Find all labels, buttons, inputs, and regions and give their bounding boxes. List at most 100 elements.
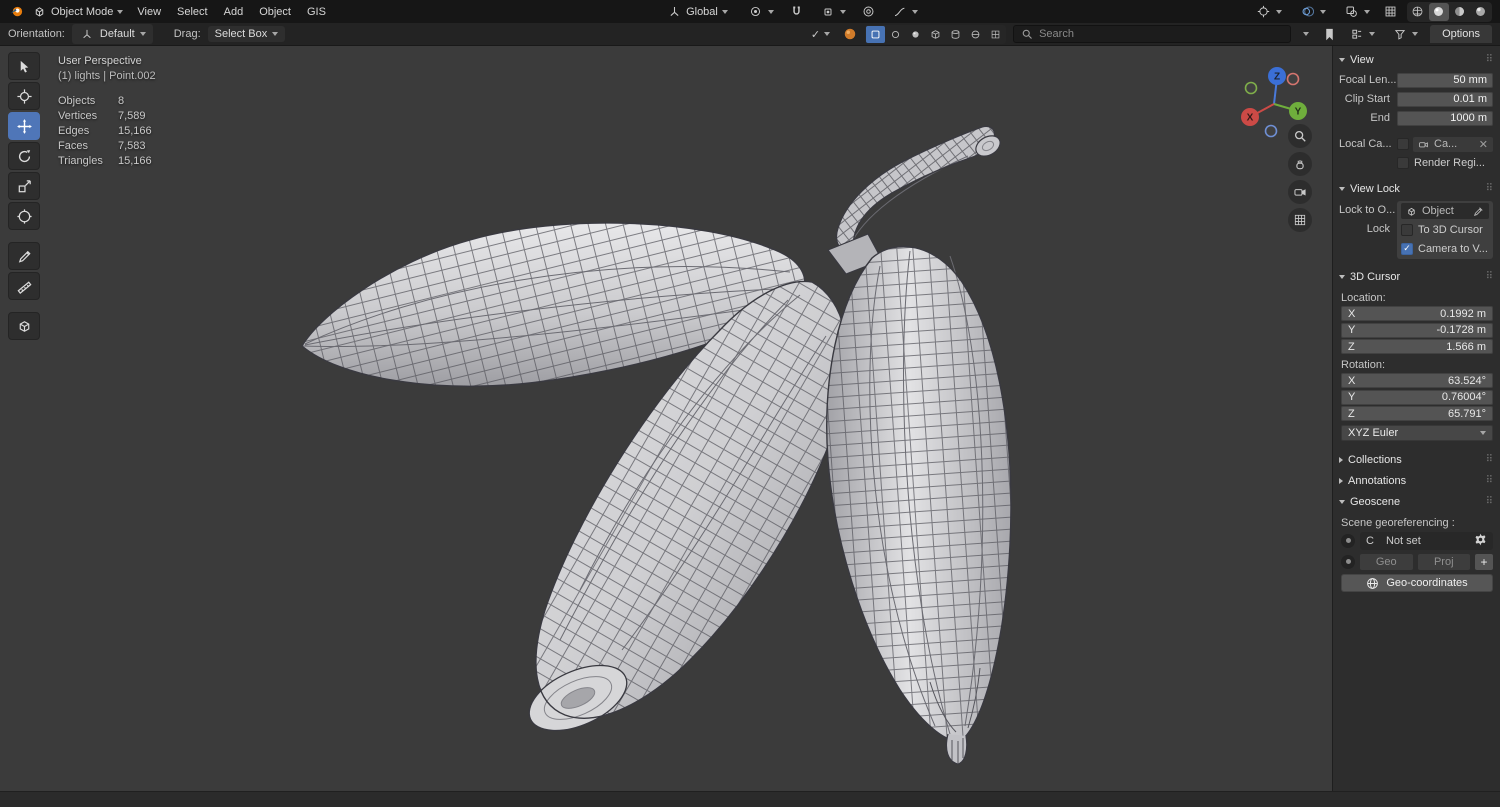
clip-start-field[interactable]: 0.01 m	[1397, 92, 1493, 107]
shading-solid-button[interactable]	[1429, 3, 1449, 21]
crs-toggle-icon[interactable]	[1341, 534, 1355, 548]
geo-toggle-icon[interactable]	[1341, 555, 1355, 569]
3d-viewport[interactable]: User Perspective (1) lights | Point.002 …	[0, 46, 1332, 791]
snap-face-button[interactable]	[926, 26, 945, 43]
add-cube-tool-button[interactable]	[8, 312, 40, 340]
snap-edge-button[interactable]	[906, 26, 925, 43]
drag-handle-icon[interactable]: ⠿	[1486, 183, 1493, 194]
focal-length-field[interactable]: 50 mm	[1397, 73, 1493, 88]
geo-button[interactable]: Geo	[1360, 554, 1413, 570]
scale-tool-button[interactable]	[8, 172, 40, 200]
select-tool-dropdown[interactable]: ✓	[806, 26, 835, 43]
drag-handle-icon[interactable]: ⠿	[1486, 271, 1493, 282]
mesh-stem[interactable]	[837, 126, 1004, 255]
cursor-rotation-x-field[interactable]: X63.524°	[1341, 373, 1493, 388]
drag-handle-icon[interactable]: ⠿	[1486, 54, 1493, 65]
mode-dropdown[interactable]: Object Mode	[26, 2, 128, 22]
snap-vertex-button[interactable]	[886, 26, 905, 43]
compositor-grid-icon[interactable]	[1383, 4, 1399, 20]
cursor-location-z-field[interactable]: Z1.566 m	[1341, 339, 1493, 354]
show-gizmos-dropdown[interactable]	[1251, 2, 1287, 22]
gizmo-axis-x[interactable]: X	[1241, 108, 1259, 126]
presets-dropdown[interactable]	[1344, 24, 1380, 44]
zoom-icon[interactable]	[1288, 124, 1312, 148]
menu-object[interactable]: Object	[252, 3, 298, 21]
options-button[interactable]: Options	[1430, 25, 1492, 43]
section-3d-cursor[interactable]: 3D Cursor ⠿	[1339, 266, 1493, 287]
transform-tool-button[interactable]	[8, 202, 40, 230]
crs-field[interactable]: C Not set	[1360, 532, 1493, 550]
gizmo-axis-y[interactable]: Y	[1289, 102, 1307, 120]
drag-handle-icon[interactable]: ⠿	[1486, 454, 1493, 465]
snap-edge-center-button[interactable]	[966, 26, 985, 43]
falloff-dropdown[interactable]	[887, 2, 923, 22]
search-input[interactable]	[1039, 28, 1283, 40]
gear-icon[interactable]	[1474, 533, 1487, 549]
snap-settings-dropdown[interactable]	[815, 2, 851, 22]
material-sphere-icon[interactable]	[842, 26, 858, 42]
xray-dropdown[interactable]	[1339, 2, 1375, 22]
clip-end-field[interactable]: 1000 m	[1397, 111, 1493, 126]
filter-dropdown[interactable]	[1387, 24, 1423, 44]
section-geoscene[interactable]: Geoscene ⠿	[1339, 491, 1493, 512]
rotation-mode-dropdown[interactable]: XYZ Euler	[1341, 425, 1493, 441]
gizmo-axis-y-negative[interactable]	[1246, 83, 1257, 94]
menu-add[interactable]: Add	[217, 3, 251, 21]
chevron-down-icon	[1339, 187, 1345, 191]
eyedropper-icon[interactable]	[1473, 206, 1484, 217]
shading-wireframe-button[interactable]	[1408, 3, 1428, 21]
pan-hand-icon[interactable]	[1288, 152, 1312, 176]
orthographic-grid-icon[interactable]	[1288, 208, 1312, 232]
local-camera-checkbox[interactable]	[1397, 138, 1409, 150]
shading-rendered-button[interactable]	[1471, 3, 1491, 21]
annotate-tool-button[interactable]	[8, 242, 40, 270]
viewport-canvas[interactable]	[0, 46, 1332, 791]
snap-grid-button[interactable]	[986, 26, 1005, 43]
camera-view-icon[interactable]	[1288, 180, 1312, 204]
transform-orientation-dropdown[interactable]: Global	[661, 2, 733, 22]
measure-tool-button[interactable]	[8, 272, 40, 300]
section-collections[interactable]: Collections ⠿	[1339, 449, 1493, 470]
add-crs-button[interactable]: +	[1475, 554, 1493, 570]
drag-handle-icon[interactable]: ⠿	[1486, 496, 1493, 507]
gizmo-axis-z[interactable]: Z	[1268, 67, 1286, 85]
menu-select[interactable]: Select	[170, 3, 215, 21]
render-region-checkbox[interactable]	[1397, 157, 1409, 169]
orientation-default-dropdown[interactable]: Default	[72, 24, 153, 44]
blender-logo-icon[interactable]	[8, 4, 24, 20]
menu-gis[interactable]: GIS	[300, 3, 333, 21]
pivot-point-dropdown[interactable]	[743, 2, 779, 22]
show-overlays-dropdown[interactable]	[1295, 2, 1331, 22]
drag-mode-dropdown[interactable]: Select Box	[208, 26, 286, 42]
cursor-location-x-field[interactable]: X0.1992 m	[1341, 306, 1493, 321]
cursor-location-y-field[interactable]: Y-0.1728 m	[1341, 323, 1493, 338]
cursor-rotation-z-field[interactable]: Z65.791°	[1341, 406, 1493, 421]
geo-coordinates-button[interactable]: Geo-coordinates	[1341, 574, 1493, 592]
tweak-select-tool-button[interactable]	[8, 52, 40, 80]
snap-increment-button[interactable]	[866, 26, 885, 43]
cursor-rotation-y-field[interactable]: Y0.76004°	[1341, 390, 1493, 405]
lock-to-object-field[interactable]: Object	[1401, 203, 1489, 219]
section-view-lock[interactable]: View Lock ⠿	[1339, 178, 1493, 199]
search-filter-dropdown[interactable]	[1298, 30, 1314, 38]
proj-button[interactable]: Proj	[1418, 554, 1471, 570]
move-tool-button[interactable]	[8, 112, 40, 140]
mesh-pod-right[interactable]	[827, 247, 1011, 764]
clear-x-icon[interactable]: ✕	[1479, 138, 1488, 151]
menu-view[interactable]: View	[130, 3, 168, 21]
to-3d-cursor-checkbox[interactable]	[1401, 224, 1413, 236]
shading-material-button[interactable]	[1450, 3, 1470, 21]
gizmo-axis-z-negative[interactable]	[1266, 126, 1277, 137]
section-annotations[interactable]: Annotations ⠿	[1339, 470, 1493, 491]
snap-volume-button[interactable]	[946, 26, 965, 43]
local-camera-field[interactable]: Ca... ✕	[1413, 137, 1493, 152]
camera-to-view-checkbox[interactable]: ✓	[1401, 243, 1413, 255]
gizmo-axis-x-negative[interactable]	[1288, 74, 1299, 85]
section-view[interactable]: View ⠿	[1339, 49, 1493, 70]
bookmark-icon[interactable]	[1321, 26, 1337, 42]
cursor-tool-button[interactable]	[8, 82, 40, 110]
drag-handle-icon[interactable]: ⠿	[1486, 475, 1493, 486]
rotate-tool-button[interactable]	[8, 142, 40, 170]
proportional-editing-icon[interactable]	[861, 4, 877, 20]
snap-magnet-icon[interactable]	[789, 4, 805, 20]
